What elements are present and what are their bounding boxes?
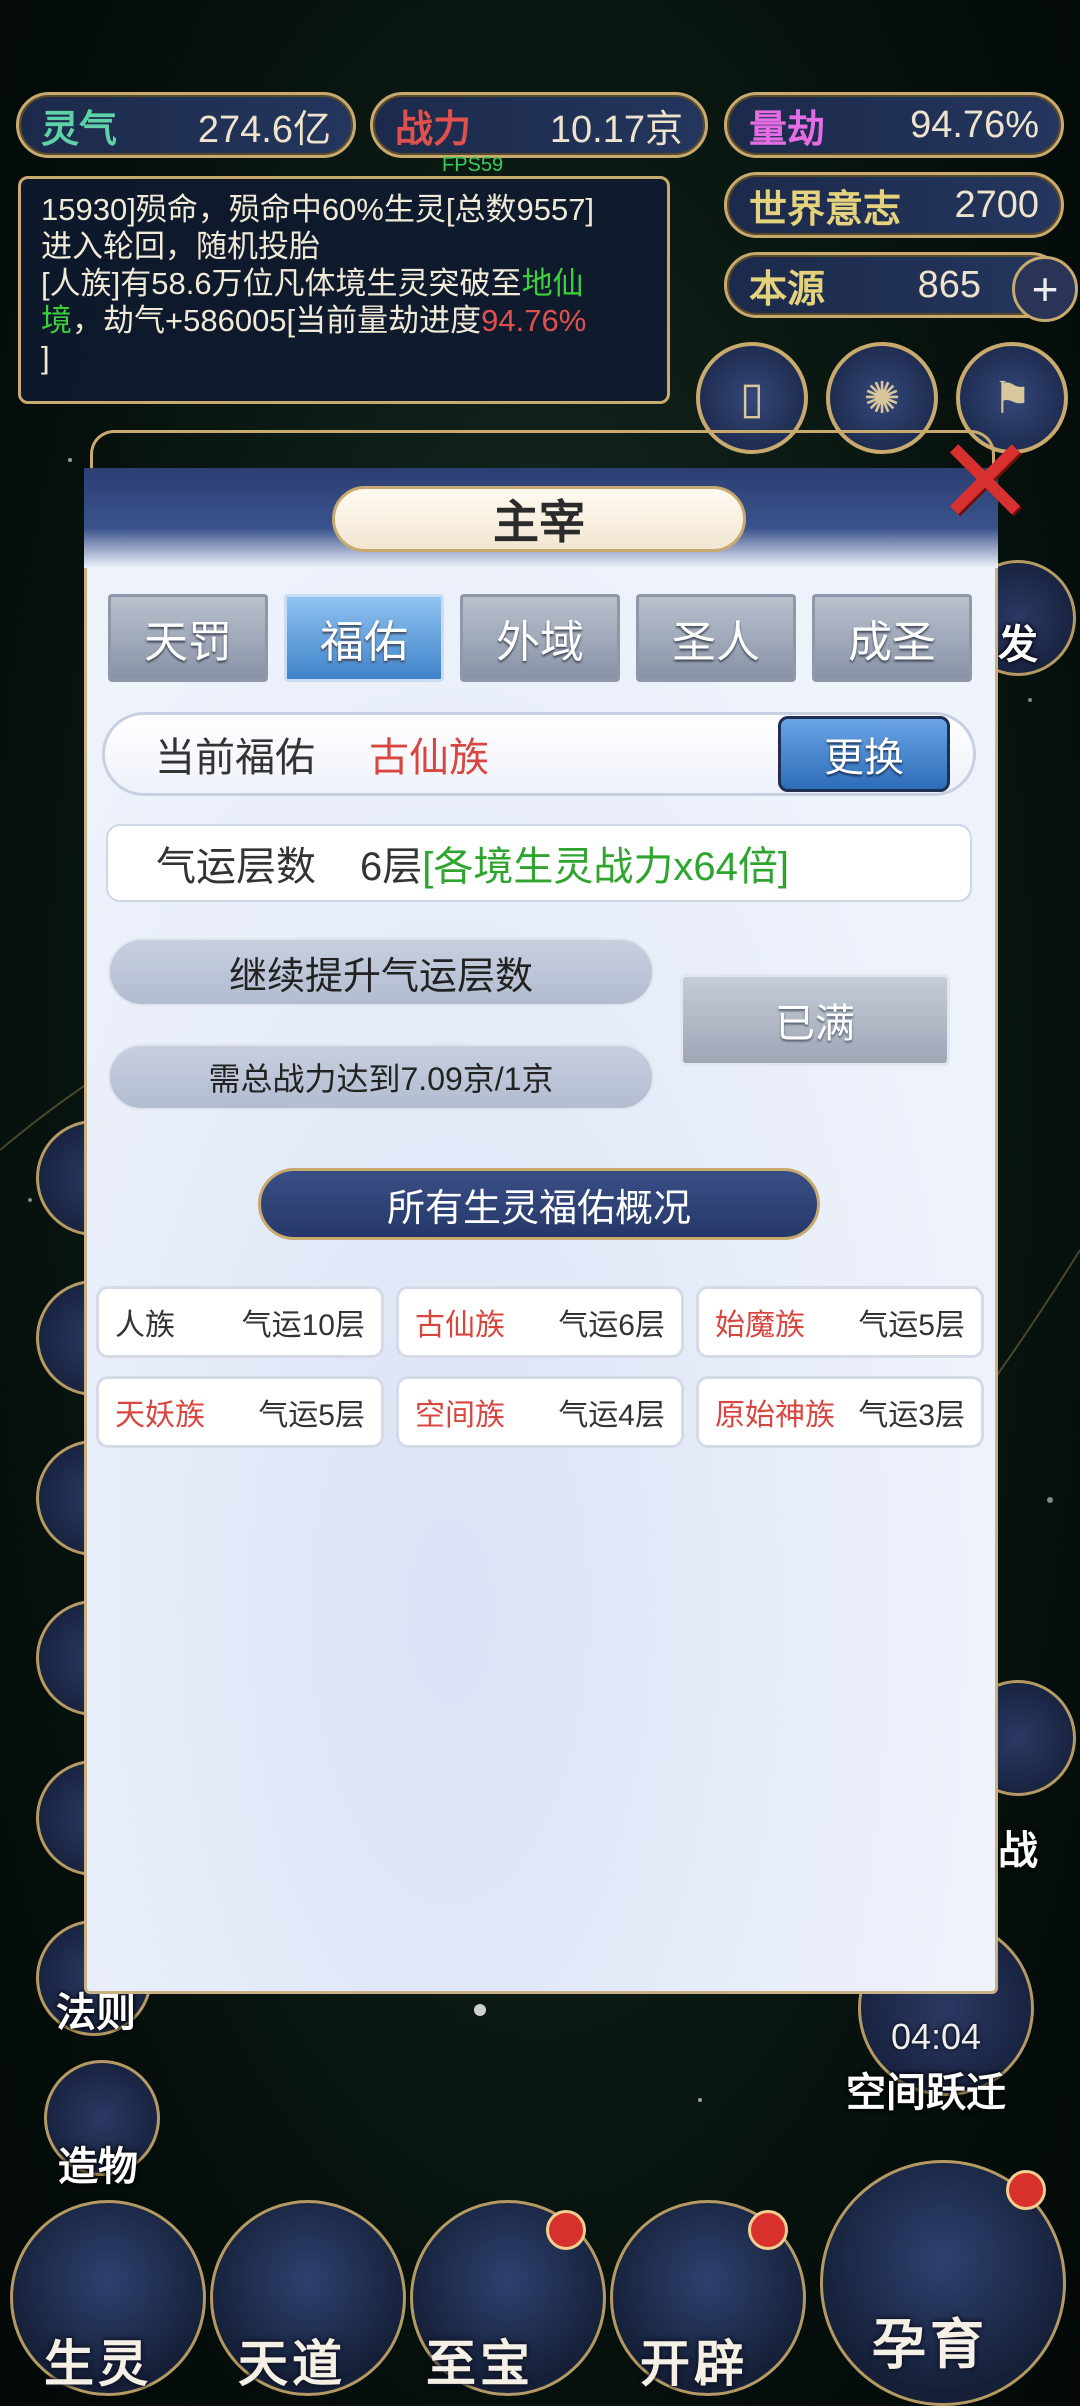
race-luck: 气运6层 — [558, 1309, 665, 1342]
nav-shengling-label: 生灵 — [44, 2334, 152, 2393]
world-will-label: 世界意志 — [749, 185, 902, 231]
nav-zhibao-label: 至宝 — [426, 2334, 534, 2393]
benyuan-label: 本源 — [749, 265, 826, 311]
create-label: 造物 — [58, 2143, 138, 2190]
fps-counter: FPS59 — [442, 154, 504, 176]
zhanli-label: 战力 — [395, 105, 472, 151]
benyuan-value: 865 — [917, 263, 981, 306]
log-line: 15930]殒命，殒命中60%生灵[总数9557] — [41, 192, 595, 227]
right-menu-label: 发 — [998, 621, 1038, 668]
overview-header: 所有生灵福佑概况 — [258, 1168, 820, 1240]
notification-dot — [1006, 2170, 1046, 2210]
luck-bonus: [各境生灵战力x64倍] — [422, 845, 789, 889]
nav-tiandao-label: 天道 — [238, 2334, 346, 2393]
scroll-icon: ▯ — [739, 373, 765, 423]
log-line: [人族]有58.6万位凡体境生灵突破至地仙 — [41, 266, 584, 301]
liangjie-label: 量劫 — [749, 105, 826, 151]
close-icon: ✕ — [934, 415, 1036, 549]
world-will-value: 2700 — [954, 183, 1039, 226]
notification-dot — [546, 2210, 586, 2250]
race-card: 人族 气运10层 — [96, 1286, 384, 1358]
race-card: 古仙族 气运6层 — [396, 1286, 684, 1358]
tab-fuyou[interactable]: 福佑 — [284, 594, 444, 682]
full-button[interactable]: 已满 — [680, 974, 950, 1066]
race-name: 古仙族 — [415, 1309, 505, 1342]
add-benyuan-button[interactable]: + — [1012, 256, 1078, 322]
requirement-text: 需总战力达到7.09京/1京 — [108, 1044, 654, 1110]
race-card: 空间族 气运4层 — [396, 1376, 684, 1448]
race-luck: 气运3层 — [858, 1399, 965, 1432]
race-card: 原始神族 气运3层 — [696, 1376, 984, 1448]
race-luck: 气运5层 — [258, 1399, 365, 1432]
plus-icon: + — [1031, 263, 1059, 315]
tab-shengren[interactable]: 圣人 — [636, 594, 796, 682]
nav-yunyu-label: 孕育 — [872, 2312, 988, 2376]
zhanli-stat: 战力 10.17京 — [370, 92, 708, 158]
nav-kaipi-label: 开辟 — [640, 2334, 748, 2393]
race-name: 天妖族 — [115, 1399, 205, 1432]
liangjie-value: 94.76% — [910, 103, 1039, 146]
race-name: 原始神族 — [715, 1399, 835, 1432]
change-button[interactable]: 更换 — [778, 716, 950, 792]
luck-label: 气运层数 — [156, 845, 316, 889]
notification-dot — [748, 2210, 788, 2250]
lingqi-label: 灵气 — [41, 105, 118, 151]
liangjie-stat: 量劫 94.76% — [724, 92, 1064, 158]
current-blessing-label: 当前福佑 — [155, 736, 315, 780]
lingqi-stat: 灵气 274.6亿 — [16, 92, 356, 158]
vortex-icon: ✺ — [863, 373, 901, 423]
zhanli-value: 10.17京 — [549, 108, 683, 151]
right-menu-label: 战 — [998, 1827, 1038, 1874]
race-card: 天妖族 气运5层 — [96, 1376, 384, 1448]
space-jump-label: 空间跃迁 — [846, 2069, 1006, 2116]
upgrade-luck-label: 继续提升气运层数 — [108, 938, 654, 1006]
modal-title: 主宰 — [332, 486, 746, 552]
close-button[interactable]: ✕ — [930, 422, 1040, 542]
race-name: 空间族 — [415, 1399, 505, 1432]
race-name: 人族 — [115, 1309, 175, 1342]
log-line: ] — [41, 340, 50, 375]
luck-value: 6层 — [360, 845, 423, 889]
tab-chengsheng[interactable]: 成圣 — [812, 594, 972, 682]
log-line: 境，劫气+586005[当前量劫进度94.76% — [41, 303, 587, 338]
space-jump-timer: 04:04 — [890, 2016, 982, 2057]
race-name: 始魔族 — [715, 1309, 805, 1342]
race-luck: 气运10层 — [241, 1309, 365, 1342]
race-luck: 气运5层 — [858, 1309, 965, 1342]
race-luck: 气运4层 — [558, 1399, 665, 1432]
lingqi-value: 274.6亿 — [197, 108, 331, 151]
race-card: 始魔族 气运5层 — [696, 1286, 984, 1358]
current-blessing-value: 古仙族 — [369, 736, 489, 780]
tab-waiyu[interactable]: 外域 — [460, 594, 620, 682]
world-will-stat: 世界意志 2700 — [724, 172, 1064, 238]
luck-layers-row: 气运层数 6层 [各境生灵战力x64倍] — [106, 824, 972, 902]
tab-tianfa[interactable]: 天罚 — [108, 594, 268, 682]
event-log: 15930]殒命，殒命中60%生灵[总数9557] 进入轮回，随机投胎 [人族]… — [18, 176, 670, 404]
log-line: 进入轮回，随机投胎 — [41, 229, 320, 264]
